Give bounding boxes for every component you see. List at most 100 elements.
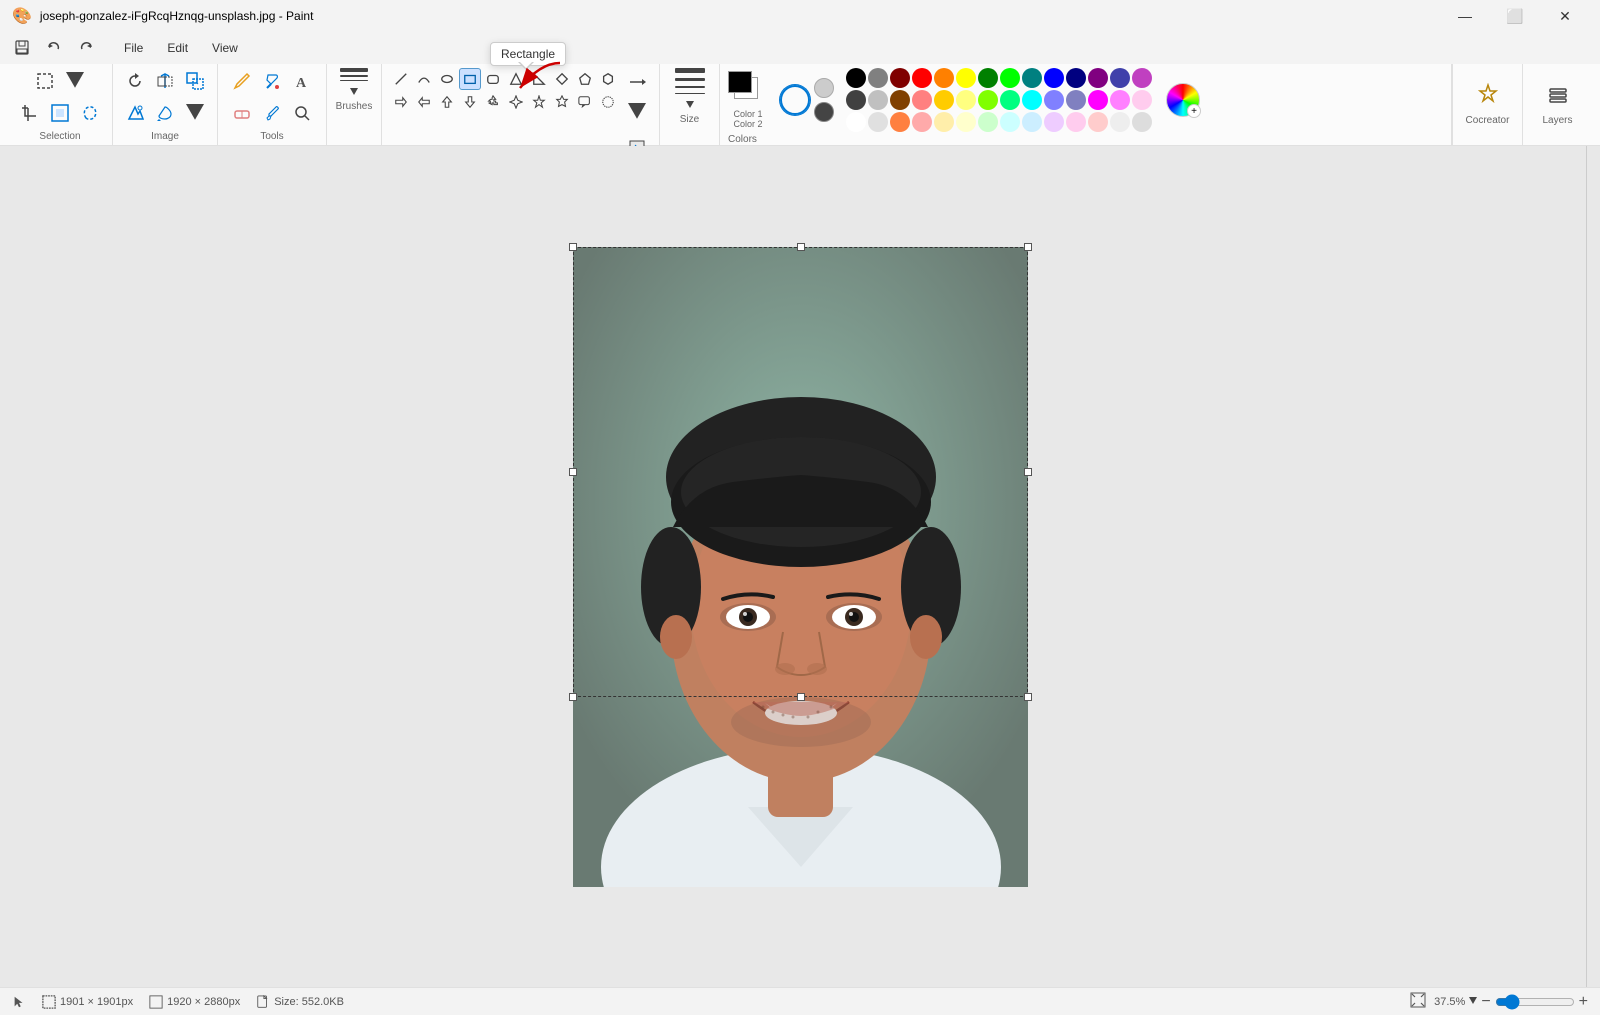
swatch-coral[interactable] bbox=[890, 112, 910, 132]
swatch-red[interactable] bbox=[912, 68, 932, 88]
swatch-white[interactable] bbox=[846, 112, 866, 132]
swatch-blue[interactable] bbox=[1044, 68, 1064, 88]
shape-burst[interactable] bbox=[597, 91, 619, 113]
vertical-scrollbar[interactable] bbox=[1586, 146, 1600, 987]
redo-button[interactable] bbox=[72, 34, 100, 62]
shape-hexagon[interactable] bbox=[597, 68, 619, 90]
shape-callout[interactable] bbox=[574, 91, 596, 113]
swatch-green[interactable] bbox=[978, 68, 998, 88]
shape-diamond[interactable] bbox=[551, 68, 573, 90]
canvas-area[interactable] bbox=[0, 146, 1600, 987]
shape-star4[interactable] bbox=[505, 91, 527, 113]
rotate-tool[interactable] bbox=[121, 67, 149, 95]
swatch-teal[interactable] bbox=[1022, 68, 1042, 88]
handle-mid-left[interactable] bbox=[569, 468, 577, 476]
magic-select-tool[interactable] bbox=[121, 99, 149, 127]
swatch-gainsboro[interactable] bbox=[1132, 112, 1152, 132]
shape-ellipse[interactable] bbox=[436, 68, 458, 90]
menu-view[interactable]: View bbox=[202, 37, 248, 59]
bg-remove-tool[interactable] bbox=[151, 99, 179, 127]
edit-colors-button[interactable] bbox=[1166, 83, 1200, 117]
shape-star5[interactable] bbox=[528, 91, 550, 113]
swatch-cream[interactable] bbox=[934, 112, 954, 132]
selection-dropdown[interactable] bbox=[61, 67, 89, 95]
swatch-lightcyan[interactable] bbox=[1000, 112, 1020, 132]
eyedropper-tool[interactable] bbox=[258, 99, 286, 127]
handle-bottom-left[interactable] bbox=[569, 693, 577, 701]
swatch-blush[interactable] bbox=[1132, 90, 1152, 110]
size-icon[interactable] bbox=[675, 68, 705, 94]
menu-file[interactable]: File bbox=[114, 37, 153, 59]
swatch-ghostwhite[interactable] bbox=[1110, 112, 1130, 132]
handle-top-right[interactable] bbox=[1024, 243, 1032, 251]
swatch-lightcoral[interactable] bbox=[1088, 112, 1108, 132]
fit-to-window-icon[interactable] bbox=[1410, 992, 1426, 1011]
swatch-fuchsia[interactable] bbox=[1088, 90, 1108, 110]
swatch-lightpink[interactable] bbox=[912, 112, 932, 132]
outline-dropdown[interactable] bbox=[623, 98, 651, 126]
swatch-gold[interactable] bbox=[934, 90, 954, 110]
swatch-brown[interactable] bbox=[890, 90, 910, 110]
outline-circle-selected[interactable] bbox=[780, 85, 810, 115]
swatch-magenta[interactable] bbox=[1132, 68, 1152, 88]
swatch-ivory[interactable] bbox=[956, 112, 976, 132]
swatch-aliceblue[interactable] bbox=[1022, 112, 1042, 132]
swatch-lavender[interactable] bbox=[1066, 90, 1086, 110]
rectangle-select-tool[interactable] bbox=[31, 67, 59, 95]
brushes-dropdown[interactable] bbox=[350, 85, 358, 99]
circle-dark[interactable] bbox=[814, 102, 834, 122]
flip-tool[interactable] bbox=[151, 67, 179, 95]
zoom-out-button[interactable]: − bbox=[1481, 993, 1490, 1011]
swatch-purple[interactable] bbox=[1088, 68, 1108, 88]
swatch-periwinkle[interactable] bbox=[1044, 90, 1064, 110]
swatch-navy[interactable] bbox=[1066, 68, 1086, 88]
shape-curve[interactable] bbox=[413, 68, 435, 90]
handle-mid-right[interactable] bbox=[1024, 468, 1032, 476]
eraser-tool[interactable] bbox=[228, 99, 256, 127]
swatch-thistle[interactable] bbox=[1044, 112, 1064, 132]
swatch-darkgray[interactable] bbox=[846, 90, 866, 110]
shape-star6[interactable] bbox=[551, 91, 573, 113]
swatch-cyan[interactable] bbox=[1022, 90, 1042, 110]
shape-up-arrow[interactable] bbox=[436, 91, 458, 113]
shape-pentagon[interactable] bbox=[574, 68, 596, 90]
circle-gray[interactable] bbox=[814, 78, 834, 98]
swatch-silver[interactable] bbox=[868, 90, 888, 110]
crop-tool[interactable] bbox=[16, 99, 44, 127]
swatch-indigo[interactable] bbox=[1110, 68, 1130, 88]
handle-bottom-right[interactable] bbox=[1024, 693, 1032, 701]
handle-top-left[interactable] bbox=[569, 243, 577, 251]
undo-button[interactable] bbox=[40, 34, 68, 62]
swatch-darkred[interactable] bbox=[890, 68, 910, 88]
swatch-black[interactable] bbox=[846, 68, 866, 88]
swatch-gray[interactable] bbox=[868, 68, 888, 88]
maximize-button[interactable]: ⬜ bbox=[1492, 0, 1538, 32]
swatch-salmon[interactable] bbox=[912, 90, 932, 110]
swatch-pink[interactable] bbox=[1110, 90, 1130, 110]
fill-tool[interactable] bbox=[258, 67, 286, 95]
shape-line[interactable] bbox=[390, 68, 412, 90]
size-dropdown[interactable] bbox=[686, 98, 694, 112]
image-dropdown[interactable] bbox=[181, 99, 209, 127]
swatch-honeydew[interactable] bbox=[978, 112, 998, 132]
pencil-tool[interactable] bbox=[228, 67, 256, 95]
text-tool[interactable]: A bbox=[288, 67, 316, 95]
shape-rectangle[interactable] bbox=[459, 68, 481, 90]
swatch-orange[interactable] bbox=[934, 68, 954, 88]
swatch-lightgray[interactable] bbox=[868, 112, 888, 132]
magnifier-tool[interactable] bbox=[288, 99, 316, 127]
brushes-icon[interactable] bbox=[340, 68, 368, 81]
swatch-lightyellow[interactable] bbox=[956, 90, 976, 110]
resize-image-tool[interactable] bbox=[181, 67, 209, 95]
zoom-in-button[interactable]: + bbox=[1579, 993, 1588, 1011]
select-freeform-tool[interactable] bbox=[76, 99, 104, 127]
close-button[interactable]: ✕ bbox=[1542, 0, 1588, 32]
save-button[interactable] bbox=[8, 34, 36, 62]
zoom-slider[interactable] bbox=[1495, 994, 1575, 1010]
color1-block[interactable] bbox=[728, 71, 752, 93]
swatch-chartreuse[interactable] bbox=[978, 90, 998, 110]
shape-right-triangle[interactable] bbox=[528, 68, 550, 90]
cocreator-icon[interactable] bbox=[1476, 83, 1500, 113]
handle-top-center[interactable] bbox=[797, 243, 805, 251]
shape-down-arrow[interactable] bbox=[459, 91, 481, 113]
